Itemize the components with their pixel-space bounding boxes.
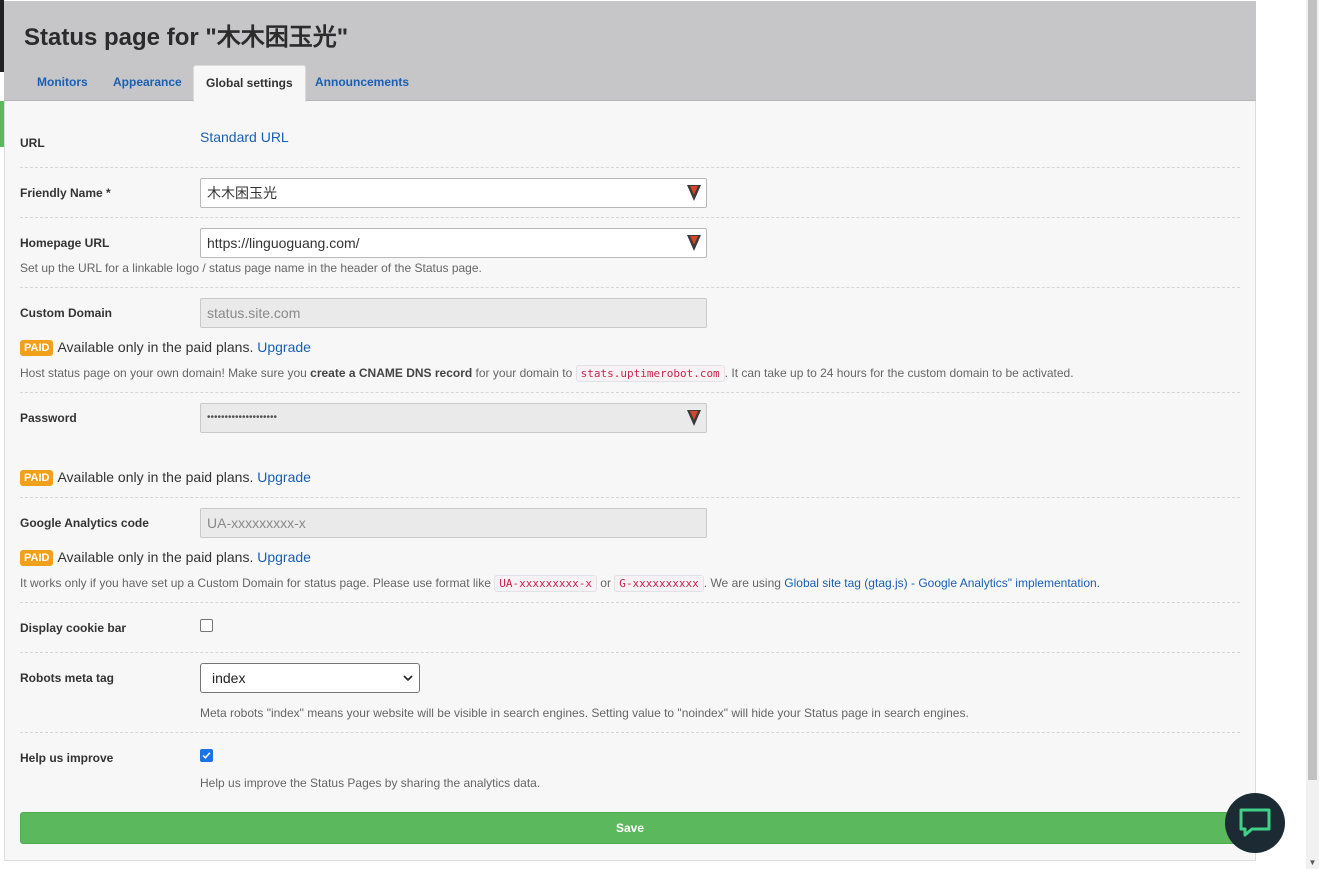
homepage-url-value: https://linguoguang.com/ xyxy=(207,235,360,251)
google-analytics-label: Google Analytics code xyxy=(20,516,149,530)
paid-badge: PAID xyxy=(20,470,54,486)
password-input: •••••••••••••••••••• xyxy=(200,403,707,433)
password-manager-icon[interactable] xyxy=(686,184,702,202)
robots-meta-help: Meta robots "index" means your website w… xyxy=(200,706,969,720)
homepage-url-input[interactable]: https://linguoguang.com/ xyxy=(200,228,707,258)
google-analytics-placeholder: UA-xxxxxxxxx-x xyxy=(207,515,306,531)
password-label: Password xyxy=(20,411,77,425)
paid-text: Available only in the paid plans. xyxy=(57,469,254,485)
divider xyxy=(20,392,1240,393)
scrollbar-thumb[interactable] xyxy=(1308,0,1317,780)
help-improve-checkbox[interactable] xyxy=(200,749,213,762)
tab-announcements[interactable]: Announcements xyxy=(303,65,421,102)
paid-notice: PAID Available only in the paid plans. Up… xyxy=(20,339,311,356)
help-improve-help: Help us improve the Status Pages by shar… xyxy=(200,776,541,790)
gtag-docs-link[interactable]: Global site tag (gtag.js) - Google Analy… xyxy=(784,576,1100,590)
robots-meta-select[interactable]: index xyxy=(200,663,420,693)
divider xyxy=(20,732,1240,733)
help-improve-label: Help us improve xyxy=(20,751,114,765)
url-label: URL xyxy=(20,136,45,150)
upgrade-link[interactable]: Upgrade xyxy=(257,469,311,485)
friendly-name-label: Friendly Name * xyxy=(20,186,111,200)
divider xyxy=(20,652,1240,653)
page-header: Status page for "木木困玉光" Monitors Appeara… xyxy=(4,1,1256,102)
password-manager-icon[interactable] xyxy=(686,409,702,427)
divider xyxy=(20,167,1240,168)
google-analytics-help: It works only if you have set up a Custo… xyxy=(20,575,1101,592)
ua-format-code: UA-xxxxxxxxx-x xyxy=(494,575,597,592)
robots-meta-label: Robots meta tag xyxy=(20,671,115,685)
paid-badge: PAID xyxy=(20,550,54,566)
friendly-name-value: 木木困玉光 xyxy=(207,185,277,201)
google-analytics-input: UA-xxxxxxxxx-x xyxy=(200,508,707,538)
g-format-code: G-xxxxxxxxxx xyxy=(614,575,704,592)
custom-domain-placeholder: status.site.com xyxy=(207,305,301,321)
cookie-bar-checkbox[interactable] xyxy=(200,619,213,632)
divider xyxy=(20,217,1240,218)
chevron-down-icon xyxy=(403,675,413,682)
paid-notice: PAID Available only in the paid plans. Up… xyxy=(20,469,311,486)
tab-monitors[interactable]: Monitors xyxy=(25,65,100,102)
friendly-name-input[interactable]: 木木困玉光 xyxy=(200,178,707,208)
upgrade-link[interactable]: Upgrade xyxy=(257,339,311,355)
upgrade-link[interactable]: Upgrade xyxy=(257,549,311,565)
scroll-down-arrow-icon[interactable]: ▼ xyxy=(1306,856,1319,869)
paid-badge: PAID xyxy=(20,340,54,356)
robots-selected-value: index xyxy=(212,670,246,686)
chat-bubble-icon xyxy=(1239,808,1271,837)
password-value: •••••••••••••••••••• xyxy=(207,412,278,423)
left-accent-bar xyxy=(0,101,4,147)
page-title: Status page for "木木困玉光" xyxy=(24,24,349,51)
paid-notice: PAID Available only in the paid plans. Up… xyxy=(20,549,311,566)
password-manager-icon[interactable] xyxy=(686,234,702,252)
cookie-bar-label: Display cookie bar xyxy=(20,621,127,635)
paid-text: Available only in the paid plans. xyxy=(57,549,254,565)
homepage-url-help: Set up the URL for a linkable logo / sta… xyxy=(20,261,482,275)
cname-target-code: stats.uptimerobot.com xyxy=(575,365,725,382)
chat-widget-button[interactable] xyxy=(1225,793,1285,853)
tab-global-settings[interactable]: Global settings xyxy=(193,65,306,102)
homepage-url-label: Homepage URL xyxy=(20,236,110,250)
checkmark-icon xyxy=(202,752,211,759)
save-button[interactable]: Save xyxy=(20,812,1240,844)
custom-domain-label: Custom Domain xyxy=(20,306,113,320)
divider xyxy=(20,602,1240,603)
tab-appearance[interactable]: Appearance xyxy=(101,65,194,102)
divider xyxy=(20,287,1240,288)
custom-domain-input: status.site.com xyxy=(200,298,707,328)
divider xyxy=(20,497,1240,498)
custom-domain-help: Host status page on your own domain! Mak… xyxy=(20,365,1074,382)
paid-text: Available only in the paid plans. xyxy=(57,339,254,355)
standard-url-link[interactable]: Standard URL xyxy=(200,129,289,145)
